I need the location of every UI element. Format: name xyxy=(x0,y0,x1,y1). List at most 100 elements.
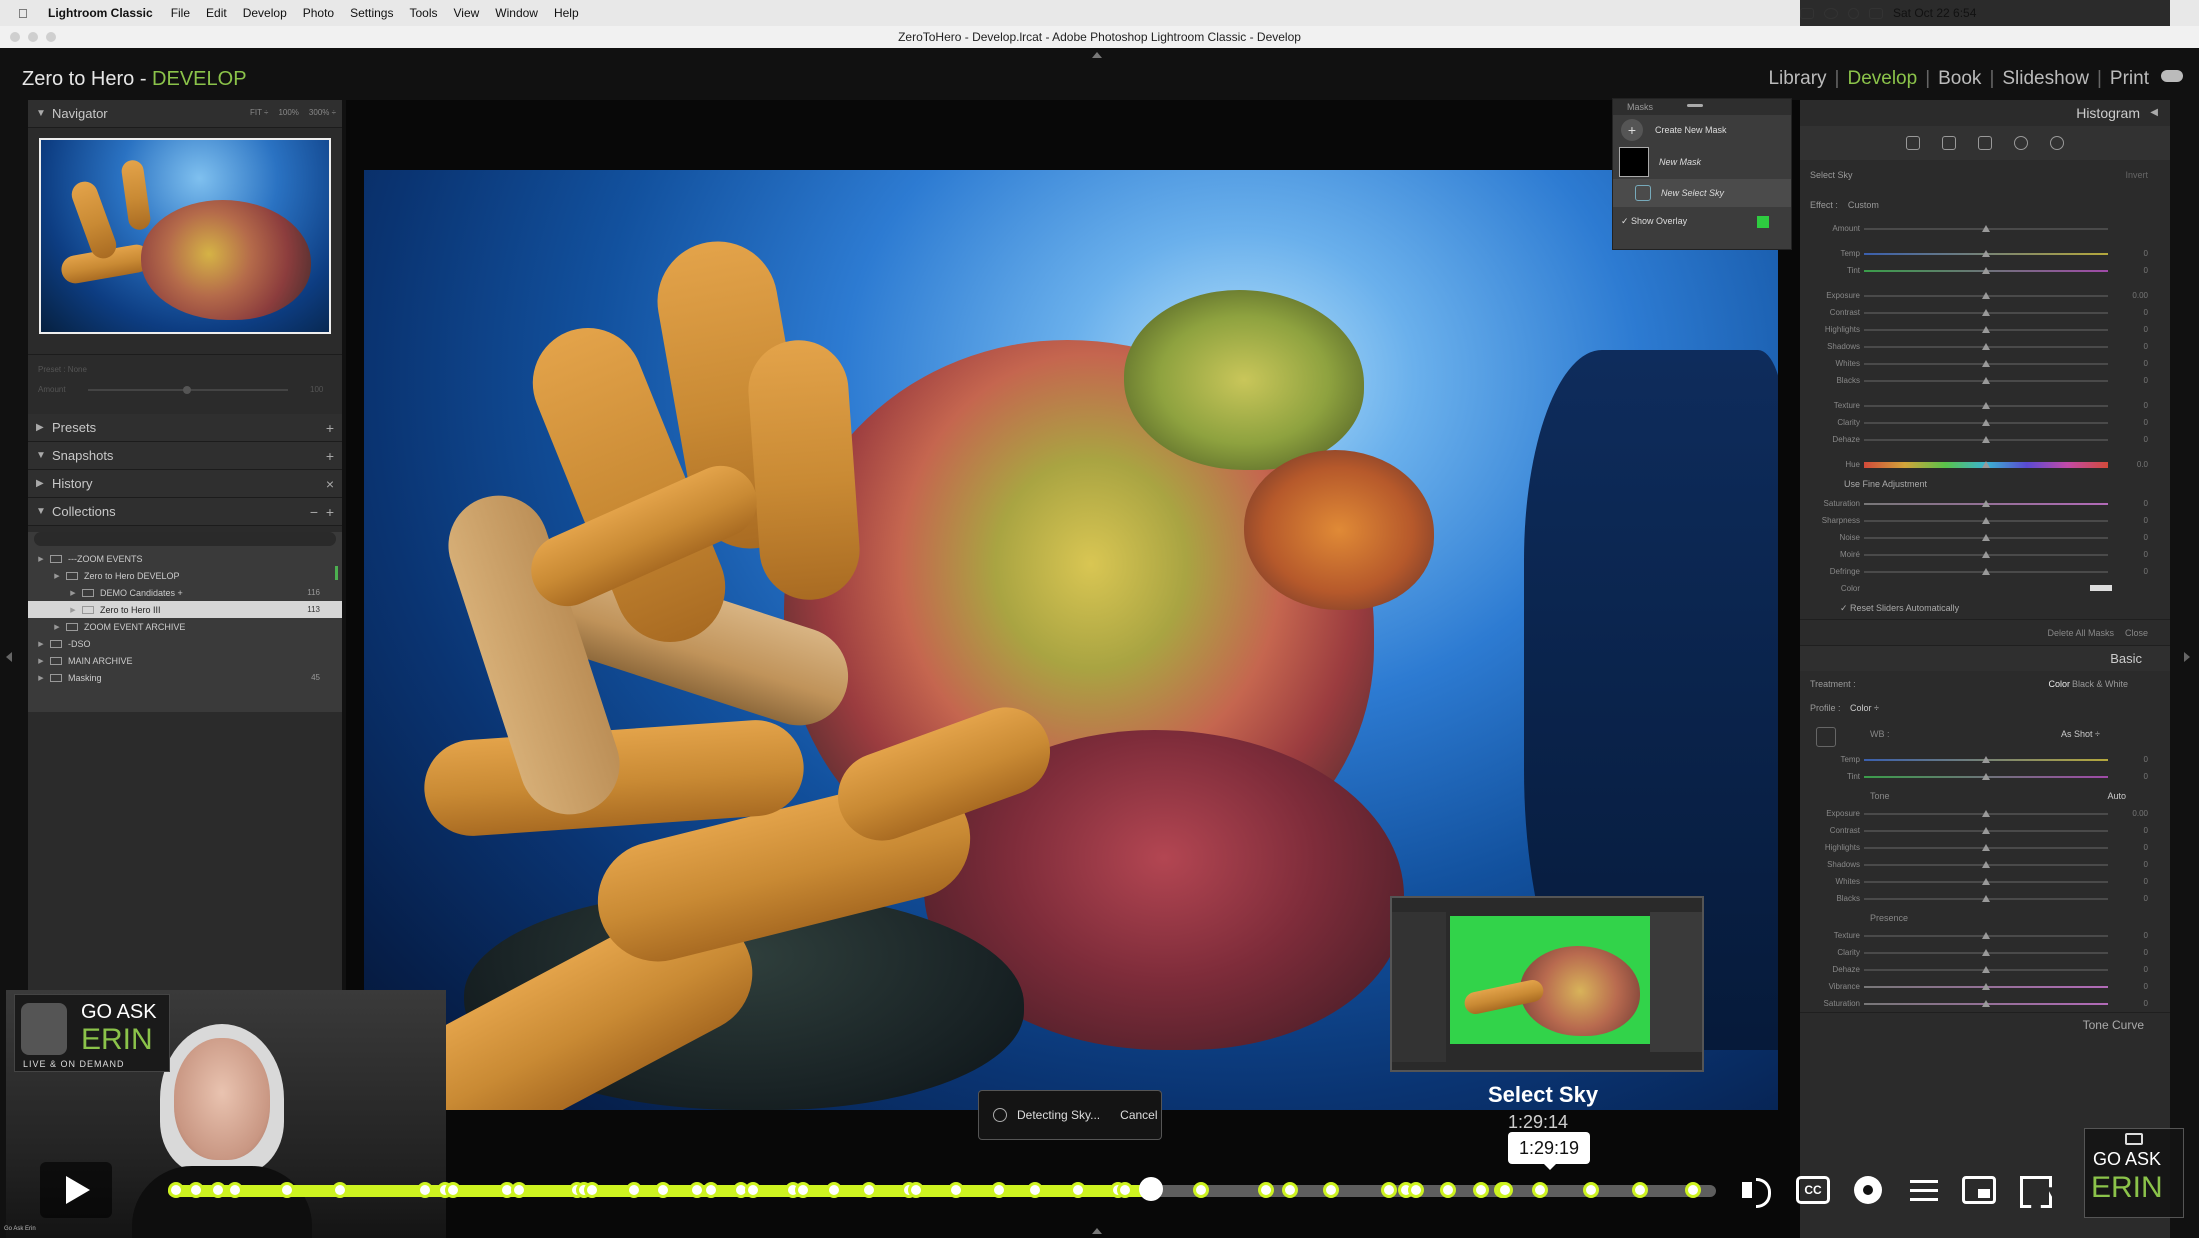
chapter-marker[interactable] xyxy=(1632,1182,1649,1198)
slider-value[interactable]: 0 xyxy=(2144,359,2148,368)
slider-knob[interactable] xyxy=(1982,810,1990,817)
menu-edit[interactable]: Edit xyxy=(206,6,227,20)
slider-dehaze[interactable]: Dehaze 0 xyxy=(1800,961,2170,978)
slider-knob[interactable] xyxy=(1982,267,1990,274)
slider-knob[interactable] xyxy=(1982,326,1990,333)
cloud-sync-icon[interactable] xyxy=(2161,70,2183,82)
show-overlay-toggle[interactable]: ✓ Show Overlay xyxy=(1613,207,1791,235)
slider-value[interactable]: 0 xyxy=(2144,418,2148,427)
slider-knob[interactable] xyxy=(1982,436,1990,443)
slider-knob[interactable] xyxy=(1982,844,1990,851)
chapter-marker[interactable] xyxy=(1322,1182,1339,1198)
reset-sliders-checkbox[interactable]: ✓ Reset Sliders Automatically xyxy=(1800,597,2170,619)
masking-icon[interactable] xyxy=(2050,136,2064,150)
mask-item[interactable]: New Mask xyxy=(1613,145,1791,179)
module-develop[interactable]: Develop xyxy=(1847,68,1917,90)
slider-clarity[interactable]: Clarity 0 xyxy=(1800,944,2170,961)
slider-value[interactable]: 0 xyxy=(2144,826,2148,835)
tone-curve-header[interactable]: Tone Curve xyxy=(1800,1012,2170,1036)
slider-value[interactable]: 0 xyxy=(2144,982,2148,991)
slider-whites[interactable]: Whites 0 xyxy=(1800,873,2170,890)
control-center-icon[interactable] xyxy=(1869,7,1883,19)
slider-knob[interactable] xyxy=(1982,343,1990,350)
expand-triangle-icon[interactable]: ▶ xyxy=(52,572,62,580)
effect-dropdown[interactable]: Custom xyxy=(1848,200,1879,210)
chapter-marker[interactable] xyxy=(1116,1182,1133,1198)
expand-triangle-icon[interactable]: ▶ xyxy=(36,657,46,665)
treatment-bw-button[interactable]: Black & White xyxy=(2072,679,2128,689)
chapter-marker[interactable] xyxy=(1497,1182,1514,1198)
progress-bar[interactable] xyxy=(167,1177,1716,1201)
add-icon[interactable]: + xyxy=(326,420,334,436)
slider-value[interactable]: 0 xyxy=(2144,342,2148,351)
slider-knob[interactable] xyxy=(1982,861,1990,868)
basic-header[interactable]: Basic xyxy=(1800,645,2170,671)
slider-texture[interactable]: Texture 0 xyxy=(1800,927,2170,944)
slider-dehaze[interactable]: Dehaze 0 xyxy=(1800,431,2170,448)
healing-icon[interactable] xyxy=(1978,136,1992,150)
chapter-marker[interactable] xyxy=(1582,1182,1599,1198)
slider-value[interactable]: 0.00 xyxy=(2132,291,2148,300)
slider-knob[interactable] xyxy=(1982,568,1990,575)
tone-auto-button[interactable]: Auto xyxy=(2107,791,2126,801)
expand-triangle-icon[interactable]: ▶ xyxy=(36,640,46,648)
checkbox-icon[interactable]: ✓ xyxy=(1621,216,1631,227)
slider-knob[interactable] xyxy=(1982,878,1990,885)
wb-dropdown[interactable]: As Shot ÷ xyxy=(2061,729,2100,739)
slider-tint[interactable]: Tint 0 xyxy=(1800,262,2170,279)
slider-knob[interactable] xyxy=(1982,377,1990,384)
chapter-marker[interactable] xyxy=(825,1182,842,1198)
fine-adjust-checkbox[interactable]: Use Fine Adjustment xyxy=(1800,473,2170,495)
slider-value[interactable]: 0 xyxy=(2144,499,2148,508)
slider-shadows[interactable]: Shadows 0 xyxy=(1800,856,2170,873)
slider-knob[interactable] xyxy=(1982,250,1990,257)
slider-moir[interactable]: Moiré 0 xyxy=(1800,546,2170,563)
fullscreen-icon[interactable] xyxy=(2016,1172,2052,1208)
zoom-window-button[interactable] xyxy=(46,32,56,42)
menubar-clock[interactable]: Sat Oct 22 6:54 xyxy=(1893,6,1976,20)
overlay-color-swatch[interactable] xyxy=(1757,216,1769,228)
slider-temp[interactable]: Temp 0 xyxy=(1800,245,2170,262)
chapter-marker[interactable] xyxy=(444,1182,461,1198)
slider-value[interactable]: 0.00 xyxy=(2132,809,2148,818)
slider-knob[interactable] xyxy=(1982,461,1990,468)
collection-item[interactable]: ▶ ZOOM EVENT ARCHIVE xyxy=(28,618,342,635)
menu-photo[interactable]: Photo xyxy=(303,6,334,20)
slider-contrast[interactable]: Contrast 0 xyxy=(1800,304,2170,321)
slider-value[interactable]: 0 xyxy=(2144,931,2148,940)
apple-icon[interactable]:  xyxy=(18,6,36,21)
expand-triangle-icon[interactable]: ▶ xyxy=(36,555,46,563)
navigator-preview[interactable] xyxy=(39,138,331,334)
masks-header[interactable]: Masks xyxy=(1613,99,1791,115)
add-icon[interactable]: + xyxy=(326,448,334,464)
settings-gear-icon[interactable] xyxy=(1854,1176,1882,1204)
chapter-marker[interactable] xyxy=(209,1182,226,1198)
crop-icon[interactable] xyxy=(1942,136,1956,150)
mask-component[interactable]: New Select Sky xyxy=(1613,179,1791,207)
chapter-marker[interactable] xyxy=(416,1182,433,1198)
slider-amount[interactable]: Amount xyxy=(1800,220,2170,237)
navigator-header[interactable]: ▼ Navigator FIT ÷ 100% 300% ÷ xyxy=(28,100,342,128)
chapter-marker[interactable] xyxy=(1192,1182,1209,1198)
expand-triangle-icon[interactable]: ▶ xyxy=(36,674,46,682)
menu-file[interactable]: File xyxy=(171,6,190,20)
collection-item[interactable]: ▶ Zero to Hero DEVELOP xyxy=(28,567,342,584)
drag-handle-icon[interactable] xyxy=(1687,104,1703,107)
menu-window[interactable]: Window xyxy=(495,6,538,20)
zoom-100[interactable]: 100% xyxy=(278,108,298,117)
slider-value[interactable]: 0 xyxy=(2144,401,2148,410)
chapter-marker[interactable] xyxy=(1472,1182,1489,1198)
slider-shadows[interactable]: Shadows 0 xyxy=(1800,338,2170,355)
collection-item[interactable]: ▶ Masking 45 xyxy=(28,669,342,686)
chapter-marker[interactable] xyxy=(1282,1182,1299,1198)
slider-knob[interactable] xyxy=(1982,1000,1990,1007)
slider-knob[interactable] xyxy=(1982,827,1990,834)
slider-knob[interactable] xyxy=(1982,517,1990,524)
slider-blacks[interactable]: Blacks 0 xyxy=(1800,372,2170,389)
slider-highlights[interactable]: Highlights 0 xyxy=(1800,321,2170,338)
slider-defringe[interactable]: Defringe 0 xyxy=(1800,563,2170,580)
slider-knob[interactable] xyxy=(1982,932,1990,939)
slider-blacks[interactable]: Blacks 0 xyxy=(1800,890,2170,907)
slider-saturation[interactable]: Saturation 0 xyxy=(1800,995,2170,1012)
module-print[interactable]: Print xyxy=(2110,68,2149,90)
